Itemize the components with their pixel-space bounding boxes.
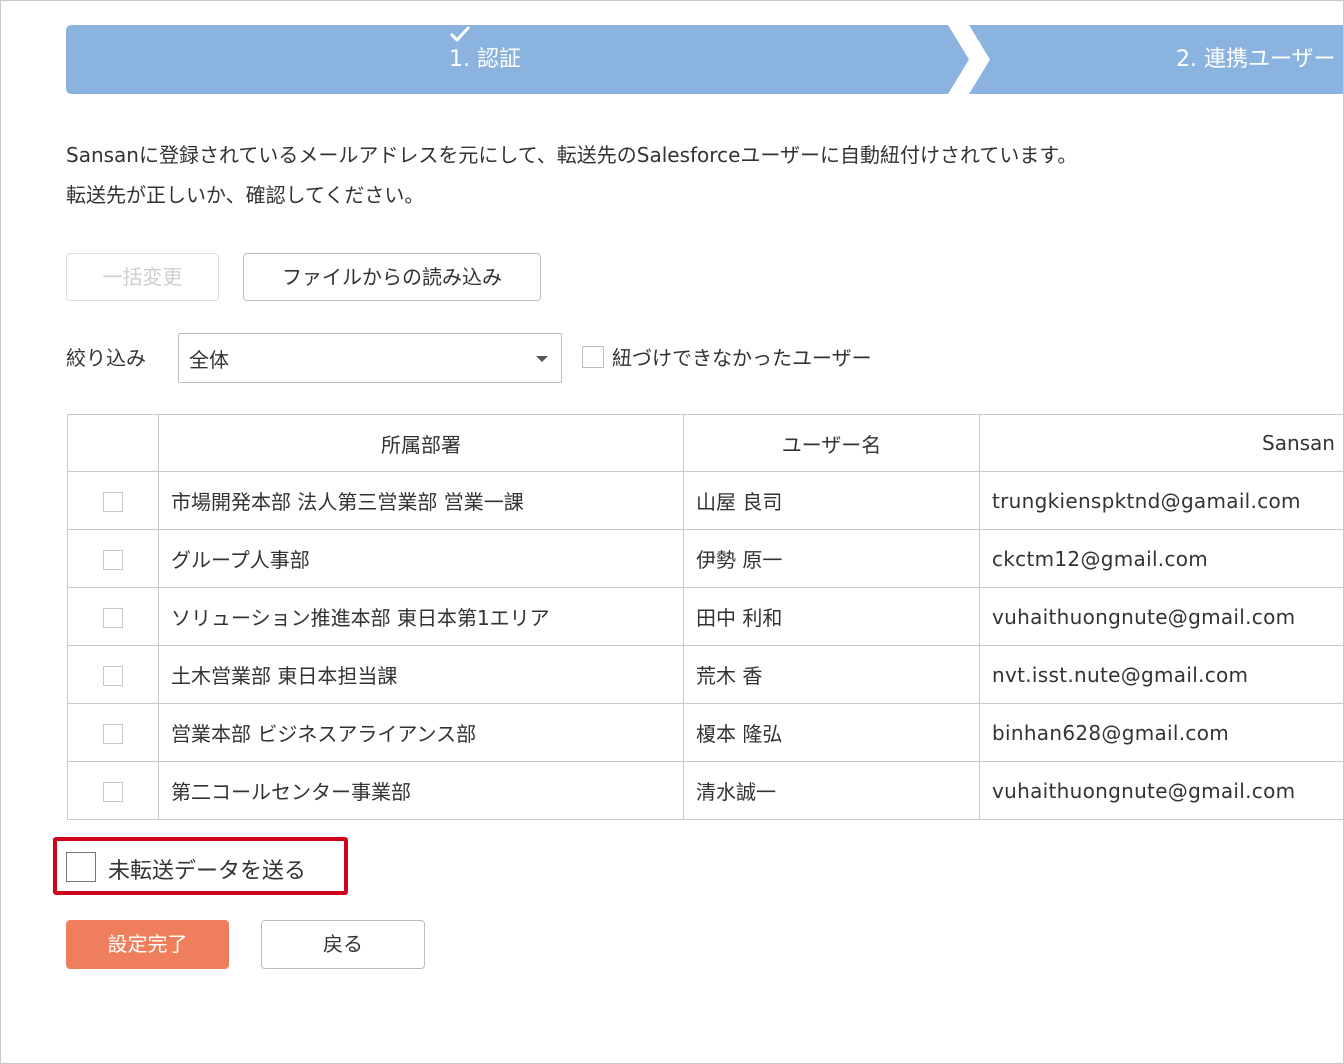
filter-select[interactable]: 全体 [178, 333, 562, 383]
header-user: ユーザー名 [683, 414, 980, 472]
user-cell: 山屋 良司 [683, 471, 980, 530]
row-checkbox[interactable] [103, 550, 123, 570]
send-unsent-checkbox[interactable] [66, 852, 96, 882]
dept-cell: グループ人事部 [158, 529, 684, 588]
unlinked-users-checkbox[interactable] [582, 346, 604, 368]
send-unsent-label: 未転送データを送る [108, 859, 307, 884]
user-mapping-table: 所属部署 ユーザー名 Sansan 市場開発本部 法人第三営業部 営業一課 山屋… [67, 414, 1343, 820]
table-row: 土木営業部 東日本担当課 荒木 香 nvt.isst.nute@gmail.co… [67, 645, 1343, 704]
chevron-down-icon [536, 356, 548, 362]
row-select-cell [67, 761, 159, 820]
table-header-row: 所属部署 ユーザー名 Sansan [67, 414, 1343, 472]
header-sansan: Sansan [979, 414, 1343, 472]
step-2-label: 2. 連携ユーザー [1176, 47, 1336, 72]
dept-cell: 市場開発本部 法人第三営業部 営業一課 [158, 471, 684, 530]
dept-cell: ソリューション推進本部 東日本第1エリア [158, 587, 684, 646]
table-row: グループ人事部 伊勢 原一 ckctm12@gmail.com [67, 529, 1343, 588]
row-select-cell [67, 471, 159, 530]
description-line-2: 転送先が正しいか、確認してください。 [66, 183, 425, 207]
step-1-label: 1. 認証 [449, 47, 521, 72]
email-cell: binhan628@gmail.com [979, 703, 1343, 762]
email-cell: vuhaithuongnute@gmail.com [979, 761, 1343, 820]
dept-cell: 土木営業部 東日本担当課 [158, 645, 684, 704]
step-progress-bar: 1. 認証 2. 連携ユーザー [66, 25, 1343, 94]
step-2: 2. 連携ユーザー [1176, 25, 1336, 94]
header-select [67, 414, 159, 472]
table-row: 営業本部 ビジネスアライアンス部 榎本 隆弘 binhan628@gmail.c… [67, 703, 1343, 762]
user-cell: 榎本 隆弘 [683, 703, 980, 762]
email-cell: trungkienspktnd@gamail.com [979, 471, 1343, 530]
back-button[interactable]: 戻る [261, 920, 425, 969]
dept-cell: 第二コールセンター事業部 [158, 761, 684, 820]
user-cell: 清水誠一 [683, 761, 980, 820]
step-1: 1. 認証 [449, 25, 538, 94]
row-checkbox[interactable] [103, 666, 123, 686]
filter-label: 絞り込み [66, 346, 146, 370]
import-file-button[interactable]: ファイルからの読み込み [243, 253, 541, 301]
row-checkbox[interactable] [103, 608, 123, 628]
row-checkbox[interactable] [103, 782, 123, 802]
row-select-cell [67, 587, 159, 646]
header-dept: 所属部署 [158, 414, 684, 472]
description-line-1: Sansanに登録されているメールアドレスを元にして、転送先のSalesforc… [66, 143, 1078, 167]
filter-selected-value: 全体 [189, 348, 229, 372]
unlinked-users-label: 紐づけできなかったユーザー [612, 346, 872, 370]
table-row: 第二コールセンター事業部 清水誠一 vuhaithuongnute@gmail.… [67, 761, 1343, 820]
row-checkbox[interactable] [103, 724, 123, 744]
email-cell: vuhaithuongnute@gmail.com [979, 587, 1343, 646]
user-cell: 伊勢 原一 [683, 529, 980, 588]
row-select-cell [67, 645, 159, 704]
step-bar-shape [66, 25, 1343, 94]
email-cell: nvt.isst.nute@gmail.com [979, 645, 1343, 704]
email-cell: ckctm12@gmail.com [979, 529, 1343, 588]
user-cell: 荒木 香 [683, 645, 980, 704]
dept-cell: 営業本部 ビジネスアライアンス部 [158, 703, 684, 762]
table-row: ソリューション推進本部 東日本第1エリア 田中 利和 vuhaithuongnu… [67, 587, 1343, 646]
complete-settings-button[interactable]: 設定完了 [66, 920, 229, 969]
app-frame: 1. 認証 2. 連携ユーザー Sansanに登録されているメールアドレスを元に… [0, 0, 1344, 1064]
bulk-change-button[interactable]: 一括変更 [66, 253, 219, 301]
row-select-cell [67, 703, 159, 762]
row-select-cell [67, 529, 159, 588]
row-checkbox[interactable] [103, 492, 123, 512]
table-row: 市場開発本部 法人第三営業部 営業一課 山屋 良司 trungkienspktn… [67, 471, 1343, 530]
description: Sansanに登録されているメールアドレスを元にして、転送先のSalesforc… [66, 135, 1077, 215]
user-cell: 田中 利和 [683, 587, 980, 646]
